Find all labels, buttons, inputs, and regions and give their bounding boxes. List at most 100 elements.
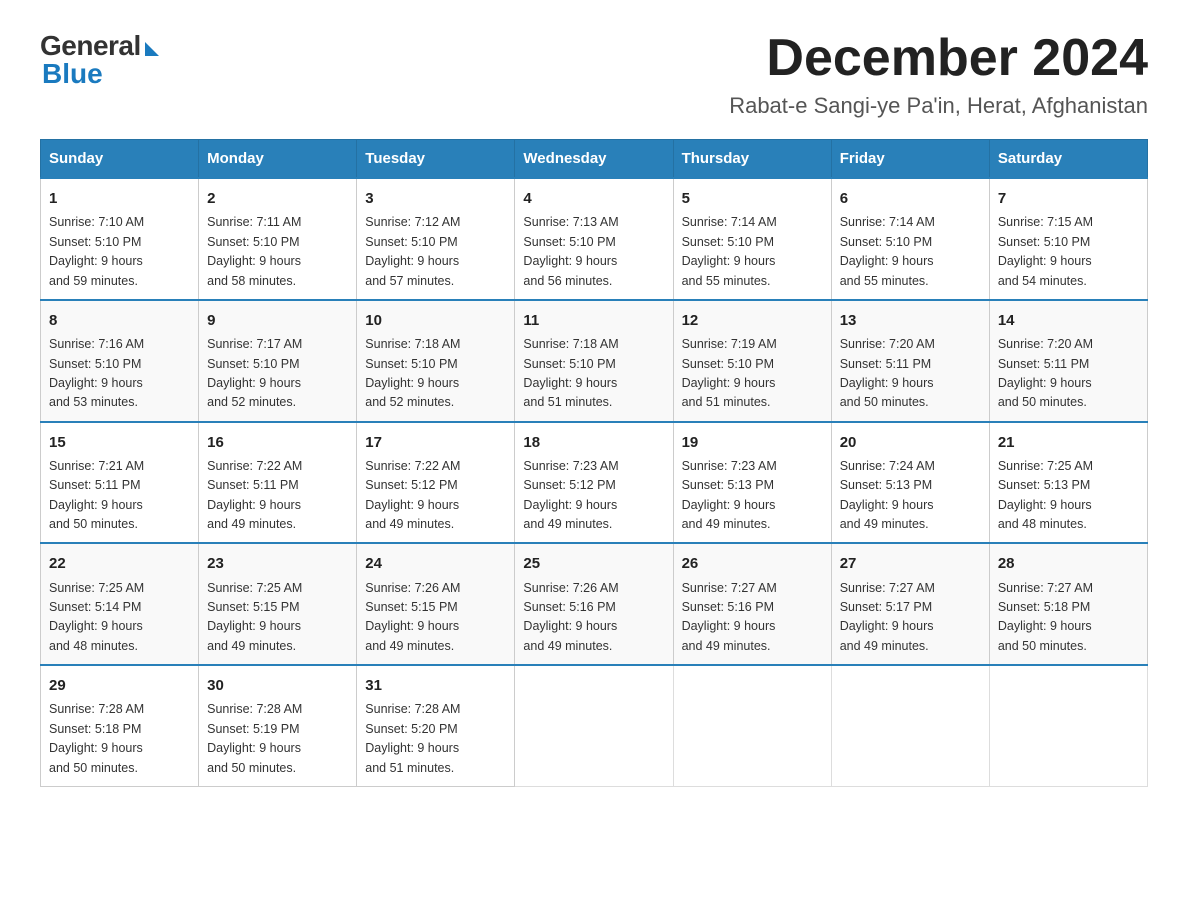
day-cell: 11Sunrise: 7:18 AM Sunset: 5:10 PM Dayli…: [515, 300, 673, 422]
day-cell: 28 Sunrise: 7:27 AM Sunset: 5:18 PM Dayli…: [989, 543, 1147, 665]
day-number: 7: [998, 187, 1139, 210]
day-cell: 2Sunrise: 7:11 AM Sunset: 5:10 PM Daylig…: [199, 178, 357, 300]
day-cell: 12 Sunrise: 7:19 AM Sunset: 5:10 PM Dayli…: [673, 300, 831, 422]
location-title: Rabat-e Sangi-ye Pa'in, Herat, Afghanist…: [729, 93, 1148, 119]
day-cell: 26 Sunrise: 7:27 AM Sunset: 5:16 PM Dayli…: [673, 543, 831, 665]
day-info: Sunrise: 7:20 AM Sunset: 5:11 PM Dayligh…: [998, 335, 1139, 413]
day-number: 5: [682, 187, 823, 210]
page-header: General Blue December 2024 Rabat-e Sangi…: [40, 30, 1148, 119]
day-info: Sunrise: 7:12 AM Sunset: 5:10 PM Dayligh…: [365, 213, 506, 291]
day-number: 4: [523, 187, 664, 210]
day-info: Sunrise: 7:27 AM Sunset: 5:18 PM Dayligh…: [998, 579, 1139, 657]
day-info: Sunrise: 7:14 AM Sunset: 5:10 PM Dayligh…: [682, 213, 823, 291]
week-row-5: 29Sunrise: 7:28 AM Sunset: 5:18 PM Dayli…: [41, 665, 1148, 786]
calendar-table: SundayMondayTuesdayWednesdayThursdayFrid…: [40, 139, 1148, 787]
day-info: Sunrise: 7:18 AM Sunset: 5:10 PM Dayligh…: [365, 335, 506, 413]
day-number: 17: [365, 431, 506, 454]
day-info: Sunrise: 7:26 AM Sunset: 5:16 PM Dayligh…: [523, 579, 664, 657]
day-info: Sunrise: 7:25 AM Sunset: 5:13 PM Dayligh…: [998, 457, 1139, 535]
header-cell-thursday: Thursday: [673, 140, 831, 179]
header-row: SundayMondayTuesdayWednesdayThursdayFrid…: [41, 140, 1148, 179]
day-number: 15: [49, 431, 190, 454]
day-number: 16: [207, 431, 348, 454]
day-cell: 23Sunrise: 7:25 AM Sunset: 5:15 PM Dayli…: [199, 543, 357, 665]
header-cell-tuesday: Tuesday: [357, 140, 515, 179]
day-number: 26: [682, 552, 823, 575]
day-cell: 16 Sunrise: 7:22 AM Sunset: 5:11 PM Dayli…: [199, 422, 357, 544]
day-cell: 9 Sunrise: 7:17 AM Sunset: 5:10 PM Daylig…: [199, 300, 357, 422]
day-number: 18: [523, 431, 664, 454]
day-info: Sunrise: 7:22 AM Sunset: 5:11 PM Dayligh…: [207, 457, 348, 535]
day-info: Sunrise: 7:21 AM Sunset: 5:11 PM Dayligh…: [49, 457, 190, 535]
logo-arrow-icon: [145, 42, 159, 56]
week-row-2: 8 Sunrise: 7:16 AM Sunset: 5:10 PM Daylig…: [41, 300, 1148, 422]
day-cell: 8 Sunrise: 7:16 AM Sunset: 5:10 PM Daylig…: [41, 300, 199, 422]
day-cell: 18Sunrise: 7:23 AM Sunset: 5:12 PM Dayli…: [515, 422, 673, 544]
day-info: Sunrise: 7:25 AM Sunset: 5:14 PM Dayligh…: [49, 579, 190, 657]
day-cell: 3Sunrise: 7:12 AM Sunset: 5:10 PM Daylig…: [357, 178, 515, 300]
day-number: 14: [998, 309, 1139, 332]
header-cell-monday: Monday: [199, 140, 357, 179]
day-number: 8: [49, 309, 190, 332]
day-cell: 24 Sunrise: 7:26 AM Sunset: 5:15 PM Dayli…: [357, 543, 515, 665]
day-cell: 19 Sunrise: 7:23 AM Sunset: 5:13 PM Dayli…: [673, 422, 831, 544]
day-cell: 29Sunrise: 7:28 AM Sunset: 5:18 PM Dayli…: [41, 665, 199, 786]
day-number: 31: [365, 674, 506, 697]
day-info: Sunrise: 7:28 AM Sunset: 5:20 PM Dayligh…: [365, 700, 506, 778]
day-number: 25: [523, 552, 664, 575]
day-number: 20: [840, 431, 981, 454]
day-info: Sunrise: 7:11 AM Sunset: 5:10 PM Dayligh…: [207, 213, 348, 291]
header-cell-saturday: Saturday: [989, 140, 1147, 179]
day-info: Sunrise: 7:24 AM Sunset: 5:13 PM Dayligh…: [840, 457, 981, 535]
day-cell: 13Sunrise: 7:20 AM Sunset: 5:11 PM Dayli…: [831, 300, 989, 422]
day-info: Sunrise: 7:27 AM Sunset: 5:16 PM Dayligh…: [682, 579, 823, 657]
day-cell: 27Sunrise: 7:27 AM Sunset: 5:17 PM Dayli…: [831, 543, 989, 665]
day-cell: 30Sunrise: 7:28 AM Sunset: 5:19 PM Dayli…: [199, 665, 357, 786]
day-number: 24: [365, 552, 506, 575]
day-cell: 4 Sunrise: 7:13 AM Sunset: 5:10 PM Daylig…: [515, 178, 673, 300]
day-cell: 14 Sunrise: 7:20 AM Sunset: 5:11 PM Dayli…: [989, 300, 1147, 422]
header-cell-sunday: Sunday: [41, 140, 199, 179]
month-title: December 2024: [729, 30, 1148, 87]
day-number: 9: [207, 309, 348, 332]
day-number: 23: [207, 552, 348, 575]
logo-blue-text: Blue: [42, 58, 103, 90]
day-number: 1: [49, 187, 190, 210]
week-row-3: 15 Sunrise: 7:21 AM Sunset: 5:11 PM Dayli…: [41, 422, 1148, 544]
day-number: 10: [365, 309, 506, 332]
day-number: 13: [840, 309, 981, 332]
day-info: Sunrise: 7:15 AM Sunset: 5:10 PM Dayligh…: [998, 213, 1139, 291]
day-cell: [673, 665, 831, 786]
day-number: 19: [682, 431, 823, 454]
day-cell: 20 Sunrise: 7:24 AM Sunset: 5:13 PM Dayli…: [831, 422, 989, 544]
day-cell: [989, 665, 1147, 786]
day-info: Sunrise: 7:19 AM Sunset: 5:10 PM Dayligh…: [682, 335, 823, 413]
day-number: 29: [49, 674, 190, 697]
day-info: Sunrise: 7:23 AM Sunset: 5:13 PM Dayligh…: [682, 457, 823, 535]
day-number: 22: [49, 552, 190, 575]
day-info: Sunrise: 7:18 AM Sunset: 5:10 PM Dayligh…: [523, 335, 664, 413]
day-cell: 22 Sunrise: 7:25 AM Sunset: 5:14 PM Dayli…: [41, 543, 199, 665]
day-info: Sunrise: 7:27 AM Sunset: 5:17 PM Dayligh…: [840, 579, 981, 657]
day-info: Sunrise: 7:17 AM Sunset: 5:10 PM Dayligh…: [207, 335, 348, 413]
week-row-1: 1Sunrise: 7:10 AM Sunset: 5:10 PM Daylig…: [41, 178, 1148, 300]
day-cell: [831, 665, 989, 786]
header-cell-friday: Friday: [831, 140, 989, 179]
logo: General Blue: [40, 30, 159, 90]
day-info: Sunrise: 7:28 AM Sunset: 5:19 PM Dayligh…: [207, 700, 348, 778]
day-number: 28: [998, 552, 1139, 575]
day-cell: [515, 665, 673, 786]
day-info: Sunrise: 7:26 AM Sunset: 5:15 PM Dayligh…: [365, 579, 506, 657]
day-number: 21: [998, 431, 1139, 454]
week-row-4: 22 Sunrise: 7:25 AM Sunset: 5:14 PM Dayli…: [41, 543, 1148, 665]
day-cell: 31 Sunrise: 7:28 AM Sunset: 5:20 PM Dayli…: [357, 665, 515, 786]
day-cell: 1Sunrise: 7:10 AM Sunset: 5:10 PM Daylig…: [41, 178, 199, 300]
day-number: 12: [682, 309, 823, 332]
day-info: Sunrise: 7:22 AM Sunset: 5:12 PM Dayligh…: [365, 457, 506, 535]
day-cell: 15 Sunrise: 7:21 AM Sunset: 5:11 PM Dayli…: [41, 422, 199, 544]
day-info: Sunrise: 7:13 AM Sunset: 5:10 PM Dayligh…: [523, 213, 664, 291]
day-cell: 25 Sunrise: 7:26 AM Sunset: 5:16 PM Dayli…: [515, 543, 673, 665]
day-cell: 6Sunrise: 7:14 AM Sunset: 5:10 PM Daylig…: [831, 178, 989, 300]
day-info: Sunrise: 7:16 AM Sunset: 5:10 PM Dayligh…: [49, 335, 190, 413]
day-cell: 7 Sunrise: 7:15 AM Sunset: 5:10 PM Daylig…: [989, 178, 1147, 300]
